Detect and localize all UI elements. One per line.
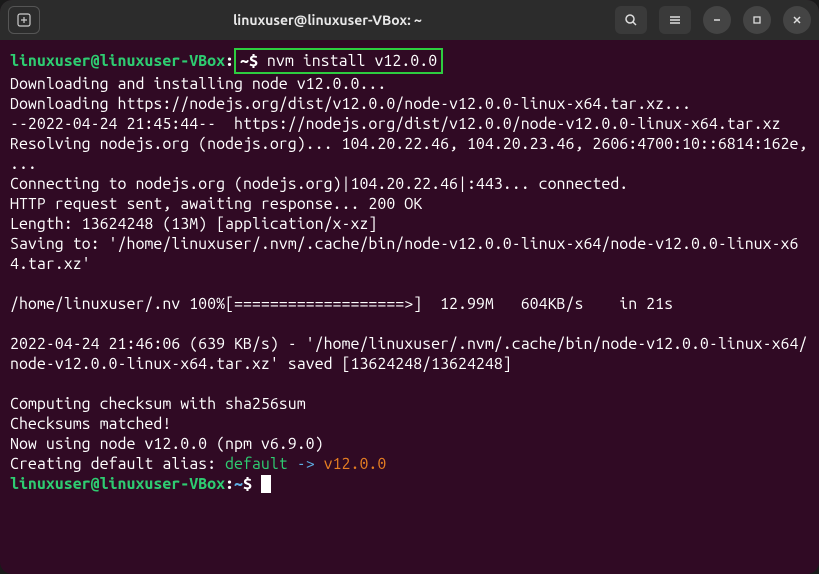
cursor	[261, 475, 271, 493]
minimize-button[interactable]	[703, 6, 731, 34]
output-line: Computing checksum with sha256sum	[10, 395, 306, 413]
titlebar-right	[615, 6, 811, 34]
new-tab-icon	[17, 13, 31, 27]
terminal-output[interactable]: linuxuser@linuxuser-VBox:~$ nvm install …	[0, 40, 819, 574]
output-line: Now using node v12.0.0 (npm v6.9.0)	[10, 435, 324, 453]
prompt-dollar: $	[249, 52, 258, 70]
command-text: nvm install v12.0.0	[267, 52, 437, 70]
output-line: /home/linuxuser/.nv 100%[===============…	[10, 295, 673, 313]
output-line: Resolving nodejs.org (nodejs.org)... 104…	[10, 135, 816, 173]
output-line: Length: 13624248 (13M) [application/x-xz…	[10, 215, 377, 233]
command-highlight: ~$ nvm install v12.0.0	[234, 48, 443, 74]
close-button[interactable]	[783, 6, 811, 34]
prompt-path: ~	[240, 52, 249, 70]
close-icon	[791, 14, 803, 26]
new-tab-button[interactable]	[8, 6, 40, 34]
search-button[interactable]	[615, 6, 647, 34]
output-line: --2022-04-24 21:45:44-- https://nodejs.o…	[10, 115, 781, 133]
prompt2-user-host: linuxuser@linuxuser-VBox	[10, 475, 225, 493]
maximize-icon	[751, 14, 763, 26]
prompt2-path: ~	[234, 475, 243, 493]
alias-version: v12.0.0	[324, 455, 387, 473]
alias-prefix: Creating default alias:	[10, 455, 225, 473]
minimize-icon	[711, 14, 723, 26]
output-line: Downloading https://nodejs.org/dist/v12.…	[10, 95, 691, 113]
output-line: 2022-04-24 21:46:06 (639 KB/s) - '/home/…	[10, 335, 807, 373]
titlebar-left	[8, 6, 40, 34]
menu-button[interactable]	[659, 6, 691, 34]
alias-arrow: ->	[288, 455, 324, 473]
window-title: linuxuser@linuxuser-VBox: ~	[48, 12, 607, 28]
hamburger-icon	[668, 13, 682, 27]
search-icon	[624, 13, 638, 27]
output-line: Connecting to nodejs.org (nodejs.org)|10…	[10, 175, 628, 193]
output-line: Saving to: '/home/linuxuser/.nvm/.cache/…	[10, 235, 798, 273]
prompt-colon: :	[225, 52, 234, 70]
prompt2-colon: :	[225, 475, 234, 493]
titlebar: linuxuser@linuxuser-VBox: ~	[0, 0, 819, 40]
output-line: HTTP request sent, awaiting response... …	[10, 195, 422, 213]
prompt2-dollar: $	[243, 475, 252, 493]
prompt-user-host: linuxuser@linuxuser-VBox	[10, 52, 225, 70]
output-line: Downloading and installing node v12.0.0.…	[10, 75, 386, 93]
alias-default: default	[225, 455, 288, 473]
output-line: Checksums matched!	[10, 415, 171, 433]
maximize-button[interactable]	[743, 6, 771, 34]
terminal-window: linuxuser@linuxuser-VBox: ~	[0, 0, 819, 574]
